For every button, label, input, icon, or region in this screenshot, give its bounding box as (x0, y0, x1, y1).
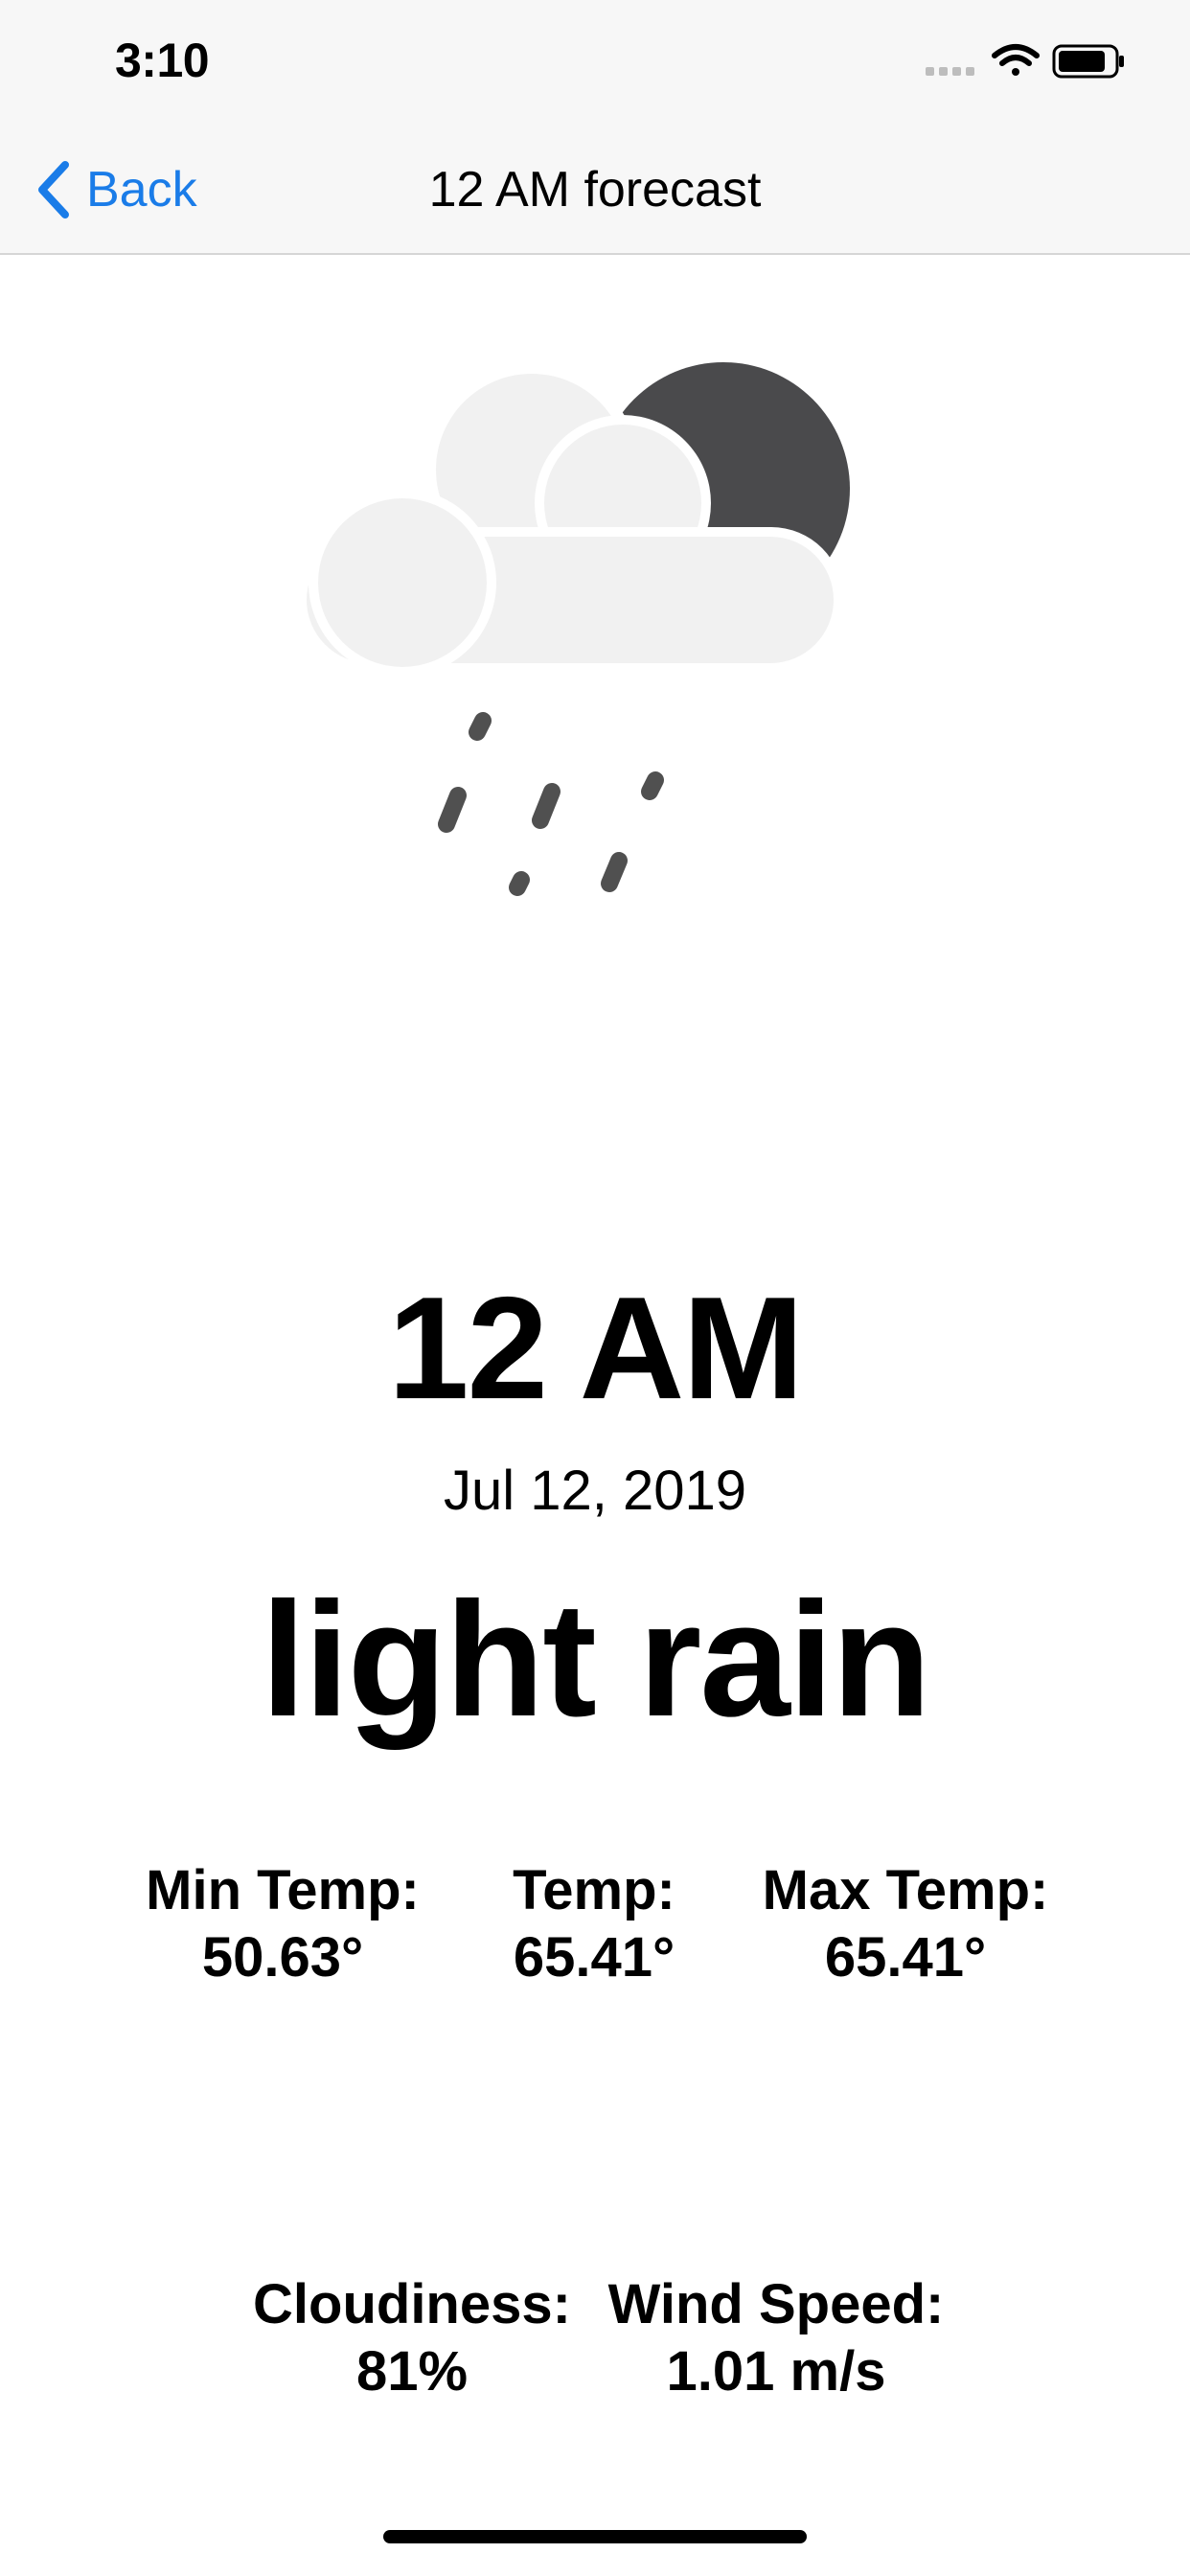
min-temp-value: 50.63° (201, 1926, 364, 1989)
wifi-icon (992, 44, 1040, 76)
min-temp-stat: Min Temp: 50.63° (125, 1857, 441, 1991)
max-temp-stat: Max Temp: 65.41° (738, 1857, 1073, 1991)
forecast-hour: 12 AM (387, 1267, 804, 1430)
battery-icon (1052, 44, 1124, 79)
cloudiness-stat: Cloudiness: 81% (244, 2271, 580, 2405)
weather-description: light rain (261, 1569, 931, 1751)
max-temp-label: Max Temp: (762, 1859, 1049, 1921)
status-time: 3:10 (115, 34, 210, 87)
temp-value: 65.41° (513, 1926, 675, 1989)
wind-speed-value: 1.01 m/s (666, 2340, 886, 2403)
temp-stat: Temp: 65.41° (460, 1857, 728, 1991)
min-temp-label: Min Temp: (146, 1859, 420, 1921)
temp-label: Temp: (513, 1859, 675, 1921)
cloud-moon-rain-icon (297, 362, 850, 896)
forecast-date: Jul 12, 2019 (443, 1460, 747, 1522)
status-icons (926, 44, 1124, 79)
cloudiness-value: 81% (355, 2340, 469, 2403)
signal-dots-icon (926, 67, 974, 76)
home-indicator[interactable] (383, 2530, 807, 2543)
max-temp-value: 65.41° (824, 1926, 987, 1989)
cloudiness-label: Cloudiness: (253, 2273, 571, 2335)
wind-speed-stat: Wind Speed: 1.01 m/s (594, 2271, 958, 2405)
navigation-bar: 3:10 Back 12 AM forecast (0, 0, 1190, 255)
wind-speed-label: Wind Speed: (607, 2273, 945, 2335)
page-title: 12 AM forecast (428, 162, 762, 218)
raindrops-icon (438, 712, 664, 896)
